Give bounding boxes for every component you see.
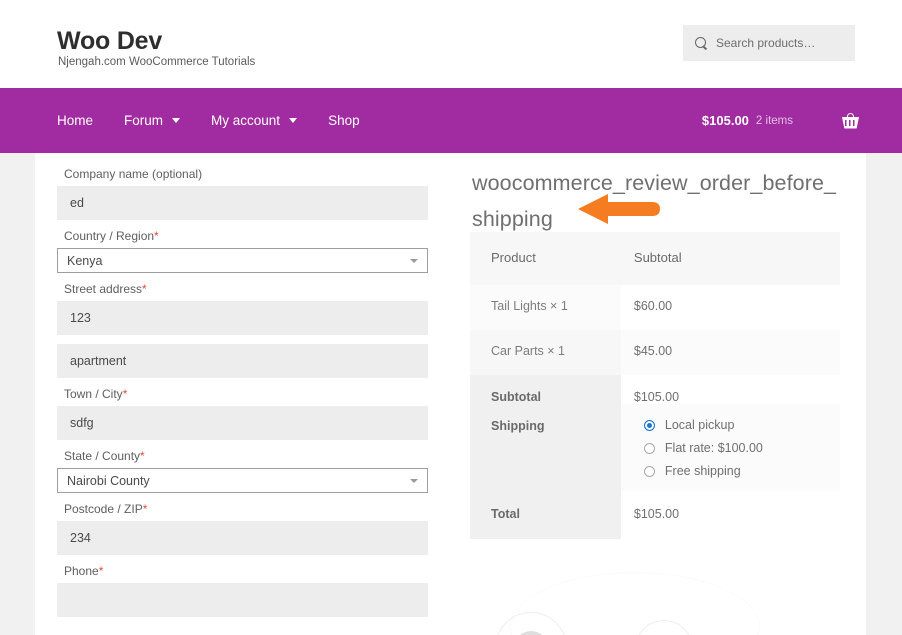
product-search-box[interactable]: Search products… xyxy=(683,25,855,61)
shipping-row: Shipping Local pickup Flat rate: $100.00… xyxy=(470,404,840,491)
field-street-address: Street address* 123 xyxy=(57,273,457,335)
cart-summary[interactable]: $105.00 2 items xyxy=(702,88,793,153)
site-tagline: Njengah.com WooCommerce Tutorials xyxy=(58,56,256,68)
field-label: Phone* xyxy=(57,555,457,583)
street-address-input[interactable]: 123 xyxy=(57,301,428,335)
column-header-product: Product xyxy=(470,232,621,285)
chevron-down-icon xyxy=(289,118,298,123)
page-root: Woo Dev Njengah.com WooCommerce Tutorial… xyxy=(0,0,902,635)
field-label-text: Phone xyxy=(64,564,99,578)
radio-button-selected[interactable] xyxy=(643,419,655,431)
field-company-name: Company name (optional) ed xyxy=(57,158,457,220)
field-label-text: Street address xyxy=(64,282,143,296)
town-city-input[interactable]: sdfg xyxy=(57,406,428,440)
field-label: Street address* xyxy=(57,273,457,301)
cart-item-count: 2 items xyxy=(755,114,793,127)
nav-item-my-account[interactable]: My account xyxy=(211,113,298,128)
nav-item-home[interactable]: Home xyxy=(57,113,93,128)
select-value: Nairobi County xyxy=(67,473,150,488)
site-title[interactable]: Woo Dev xyxy=(57,27,162,56)
state-county-select[interactable]: Nairobi County xyxy=(57,468,428,493)
total-label: Total xyxy=(470,491,621,539)
column-header-subtotal: Subtotal xyxy=(620,232,840,285)
primary-navigation-bar: Home Forum My account Shop $105.00 2 ite… xyxy=(0,88,902,153)
shopping-basket-icon xyxy=(842,112,859,129)
nav-item-label: My account xyxy=(211,113,281,128)
apartment-input[interactable]: apartment xyxy=(57,344,428,378)
required-marker: * xyxy=(154,229,159,243)
order-review-column: woocommerce_review_order_before_shipping xyxy=(472,153,852,237)
country-region-select[interactable]: Kenya xyxy=(57,248,428,273)
radio-button[interactable] xyxy=(643,442,655,454)
field-phone: Phone* xyxy=(57,555,457,617)
shipping-option-flat-rate[interactable]: Flat rate: $100.00 xyxy=(634,441,840,455)
chevron-down-icon xyxy=(172,118,181,123)
nav-item-label: Shop xyxy=(328,113,360,128)
required-marker: * xyxy=(142,502,148,516)
field-label: State / County* xyxy=(57,440,457,468)
shipping-option-free-shipping[interactable]: Free shipping xyxy=(634,464,840,478)
cart-total-amount: $105.00 xyxy=(701,113,749,128)
product-image-preview xyxy=(470,560,840,635)
search-icon xyxy=(695,36,708,50)
checkout-billing-form: Company name (optional) ed Country / Reg… xyxy=(57,158,457,617)
total-row: Total $105.00 xyxy=(470,491,840,539)
table-header-row: Product Subtotal xyxy=(470,232,840,285)
select-value: Kenya xyxy=(67,253,103,268)
company-name-input[interactable]: ed xyxy=(57,186,428,220)
subtotal-row: Subtotal $105.00 xyxy=(470,375,840,404)
shipping-option-local-pickup[interactable]: Local pickup xyxy=(634,418,840,432)
nav-item-label: Forum xyxy=(124,113,164,128)
required-marker: * xyxy=(98,564,104,578)
postcode-zip-input[interactable]: 234 xyxy=(57,521,428,555)
order-review-table: Product Subtotal Tail Lights × 1 $60.00 … xyxy=(470,232,840,539)
required-marker: * xyxy=(140,449,145,463)
field-town-city: Town / City* sdfg xyxy=(57,378,457,440)
field-label: Company name (optional) xyxy=(57,158,457,186)
subtotal-value: $105.00 xyxy=(620,375,840,404)
chevron-down-icon xyxy=(410,478,418,483)
nav-links: Home Forum My account Shop xyxy=(57,88,391,153)
required-marker: * xyxy=(122,387,128,401)
shipping-option-label: Local pickup xyxy=(664,418,735,432)
field-label: Postcode / ZIP* xyxy=(57,493,457,521)
field-label-text: Town / City xyxy=(64,387,123,401)
line-item-subtotal: $45.00 xyxy=(620,330,840,375)
search-input-placeholder[interactable]: Search products… xyxy=(716,36,815,50)
table-row: Tail Lights × 1 $60.00 xyxy=(470,285,840,330)
field-address-line-2: apartment xyxy=(57,344,457,378)
field-label-text: Country / Region xyxy=(64,229,155,243)
field-label: Town / City* xyxy=(57,378,457,406)
nav-item-label: Home xyxy=(57,113,94,128)
shipping-label: Shipping xyxy=(470,404,621,491)
hook-name-heading: woocommerce_review_order_before_shipping xyxy=(472,171,837,231)
shipping-options: Local pickup Flat rate: $100.00 Free shi… xyxy=(620,404,840,491)
phone-input[interactable] xyxy=(57,583,428,617)
chevron-down-icon xyxy=(410,258,418,263)
subtotal-label: Subtotal xyxy=(470,375,621,404)
field-label-text: Company name (optional) xyxy=(64,167,203,181)
line-item-product: Car Parts × 1 xyxy=(470,330,621,375)
table-row: Car Parts × 1 $45.00 xyxy=(470,330,840,375)
field-label: Country / Region* xyxy=(57,220,457,248)
cart-button[interactable] xyxy=(842,88,859,153)
required-marker: * xyxy=(142,282,147,296)
field-state-county: State / County* Nairobi County xyxy=(57,440,457,493)
nav-item-forum[interactable]: Forum xyxy=(124,113,181,128)
site-masthead: Woo Dev Njengah.com WooCommerce Tutorial… xyxy=(0,0,902,88)
shipping-option-label: Flat rate: $100.00 xyxy=(664,441,763,455)
nav-item-shop[interactable]: Shop xyxy=(328,113,360,128)
field-label-text: Postcode / ZIP xyxy=(64,502,143,516)
field-postcode-zip: Postcode / ZIP* 234 xyxy=(57,493,457,555)
shipping-option-label: Free shipping xyxy=(664,464,741,478)
line-item-subtotal: $60.00 xyxy=(620,285,840,330)
line-item-product: Tail Lights × 1 xyxy=(470,285,621,330)
field-country-region: Country / Region* Kenya xyxy=(57,220,457,273)
total-value: $105.00 xyxy=(620,491,840,539)
radio-button[interactable] xyxy=(643,465,655,477)
field-label-text: State / County xyxy=(64,449,141,463)
